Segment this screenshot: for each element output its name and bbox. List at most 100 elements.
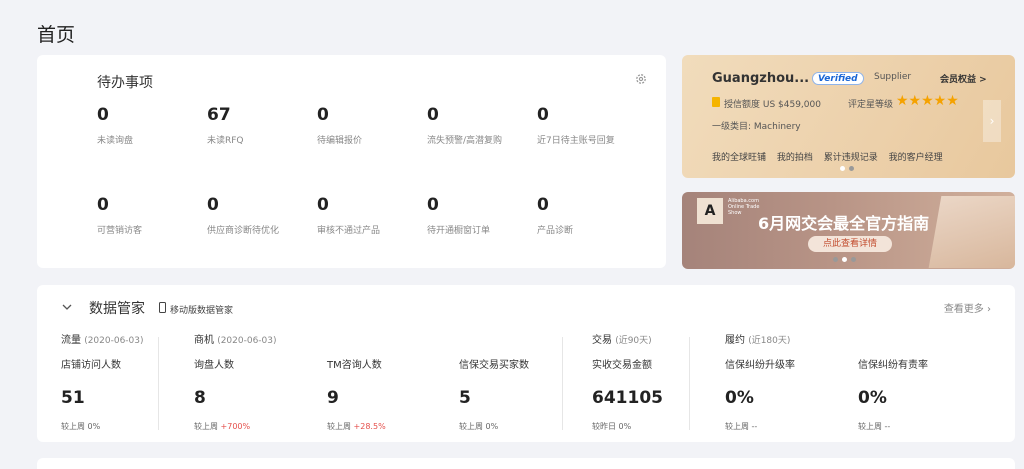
metric-label: 实收交易金额 [592,360,652,371]
metric-comparison: 较上周 -- [725,422,758,431]
metric-value: 0% [725,388,754,408]
metric-comparison: 较上周 -- [858,422,891,431]
todo-value: 0 [427,195,439,215]
carousel-next-button[interactable]: › [983,100,1001,142]
todo-label: 近7日待主账号回复 [537,136,615,146]
metric-dispute-liability-rate[interactable]: 信保纠纷有责率 0% 较上周 -- [858,356,988,432]
supplier-card: Guangzhou... Verified Supplier 会员权益 > 授信… [682,55,1015,178]
todo-value: 0 [537,195,549,215]
todo-label: 流失预警/高潜复购 [427,136,503,146]
todo-label: 供应商诊断待优化 [207,226,280,236]
metric-transaction-amount[interactable]: 实收交易金额 641105 较昨日 0% [592,356,722,432]
todo-item-supplier-diagnosis[interactable]: 0 供应商诊断待优化 [207,195,317,236]
banner-title: 6月网交会最全官方指南 [758,214,930,233]
todo-card: 待办事项 0 未读询盘 67 未读RFQ 0 待编辑报价 0 流失预警/高潜复购… [37,55,666,268]
todo-value: 0 [317,105,329,125]
todo-value: 0 [427,105,439,125]
next-section-card [37,458,1015,469]
banner-details-button[interactable]: 点此查看详情 [808,236,892,252]
metric-label: 店铺访问人数 [61,360,121,371]
metric-value: 9 [327,388,339,408]
group-date: (2020-06-03) [84,336,144,346]
todo-value: 0 [97,195,109,215]
metric-store-visitors[interactable]: 店铺访问人数 51 较上周 0% [61,356,191,432]
todo-label: 未读询盘 [97,136,134,146]
data-manager-card: 数据管家 移动版数据管家 查看更多 › 流量 (2020-06-03) 商机 (… [37,285,1015,442]
page-title: 首页 [37,24,76,46]
metric-comparison: 较上周 +28.5% [327,422,386,431]
metric-comparison: 较上周 0% [459,422,499,431]
metric-assurance-buyers[interactable]: 信保交易买家数 5 较上周 0% [459,356,589,432]
todo-label: 待编辑报价 [317,136,363,146]
banner-decoration [928,196,1015,268]
link-violation-record[interactable]: 累计违规记录 [824,153,878,163]
metric-value: 5 [459,388,471,408]
metric-label: 询盘人数 [194,360,234,371]
metric-label: TM咨询人数 [327,360,382,371]
credit-icon [712,97,720,107]
todo-item-quote-edit[interactable]: 0 待编辑报价 [317,105,427,146]
group-fulfillment: 履约 (近180天) [725,331,790,346]
carousel-dot[interactable] [851,257,856,262]
verified-badge: Verified [812,72,864,85]
supplier-type: Supplier [874,72,912,82]
metric-label: 信保纠纷有责率 [858,360,928,371]
carousel-dot[interactable] [842,257,847,262]
metric-label: 信保纠纷升级率 [725,360,795,371]
supplier-carousel-dots [838,166,856,171]
group-transaction: 交易 (近90天) [592,331,652,346]
member-benefits-link[interactable]: 会员权益 > [940,72,987,85]
credit-limit: 授信额度 US $459,000 [724,100,821,110]
supplier-links: 我的全球旺铺 我的拍档 累计违规记录 我的客户经理 [712,150,951,163]
metric-dispute-escalation-rate[interactable]: 信保纠纷升级率 0% 较上周 -- [725,356,855,432]
metric-comparison: 较上周 +700% [194,422,251,431]
todo-item-pending-reply[interactable]: 0 近7日待主账号回复 [537,105,647,146]
todo-label: 审核不通过产品 [317,226,381,236]
group-name: 流量 [61,335,81,346]
todo-value: 0 [97,105,109,125]
group-opportunity: 商机 (2020-06-03) [194,331,277,346]
mobile-data-manager-link[interactable]: 移动版数据管家 [170,303,233,316]
carousel-dot[interactable] [840,166,845,171]
todo-item-showcase-orders[interactable]: 0 待开通橱窗订单 [427,195,537,236]
link-partner[interactable]: 我的拍档 [777,153,813,163]
carousel-dot[interactable] [849,166,854,171]
todo-value: 0 [207,195,219,215]
metric-tm-consultations[interactable]: TM咨询人数 9 较上周 +28.5% [327,356,457,432]
group-name: 履约 [725,335,745,346]
rating-label: 评定星等级 [848,100,894,110]
todo-item-unread-inquiry[interactable]: 0 未读询盘 [97,105,207,146]
todo-label: 可营销访客 [97,226,143,236]
group-traffic: 流量 (2020-06-03) [61,331,144,346]
todo-item-product-diagnosis[interactable]: 0 产品诊断 [537,195,647,236]
todo-item-churn-warning[interactable]: 0 流失预警/高潜复购 [427,105,537,146]
todo-value: 67 [207,105,231,125]
todo-label: 未读RFQ [207,136,244,146]
link-global-store[interactable]: 我的全球旺铺 [712,153,766,163]
metric-inquiry-count[interactable]: 询盘人数 8 较上周 +700% [194,356,324,432]
metric-value: 8 [194,388,206,408]
link-account-manager[interactable]: 我的客户经理 [889,153,943,163]
supplier-name[interactable]: Guangzhou... [712,71,809,86]
view-more-link[interactable]: 查看更多 › [944,300,991,315]
chevron-down-icon[interactable] [62,302,72,312]
alibaba-logo: A [697,198,723,224]
metric-comparison: 较上周 0% [61,422,101,431]
gear-icon[interactable] [635,73,647,85]
todo-item-marketable-visitors[interactable]: 0 可营销访客 [97,195,207,236]
group-date: (近90天) [615,336,652,346]
todo-item-unread-rfq[interactable]: 67 未读RFQ [207,105,317,146]
data-manager-title: 数据管家 [89,301,145,317]
todo-value: 0 [317,195,329,215]
group-date: (2020-06-03) [217,336,277,346]
metric-value: 641105 [592,388,663,408]
carousel-dot[interactable] [833,257,838,262]
metric-value: 0% [858,388,887,408]
banner-carousel-dots [831,257,858,262]
metric-value: 51 [61,388,85,408]
trade-show-banner[interactable]: A Alibaba.com Online Trade Show 6月网交会最全官… [682,192,1015,269]
star-rating: ★★★★★ [896,93,959,109]
group-name: 交易 [592,335,612,346]
mobile-icon [159,302,166,313]
todo-item-rejected-products[interactable]: 0 审核不通过产品 [317,195,427,236]
